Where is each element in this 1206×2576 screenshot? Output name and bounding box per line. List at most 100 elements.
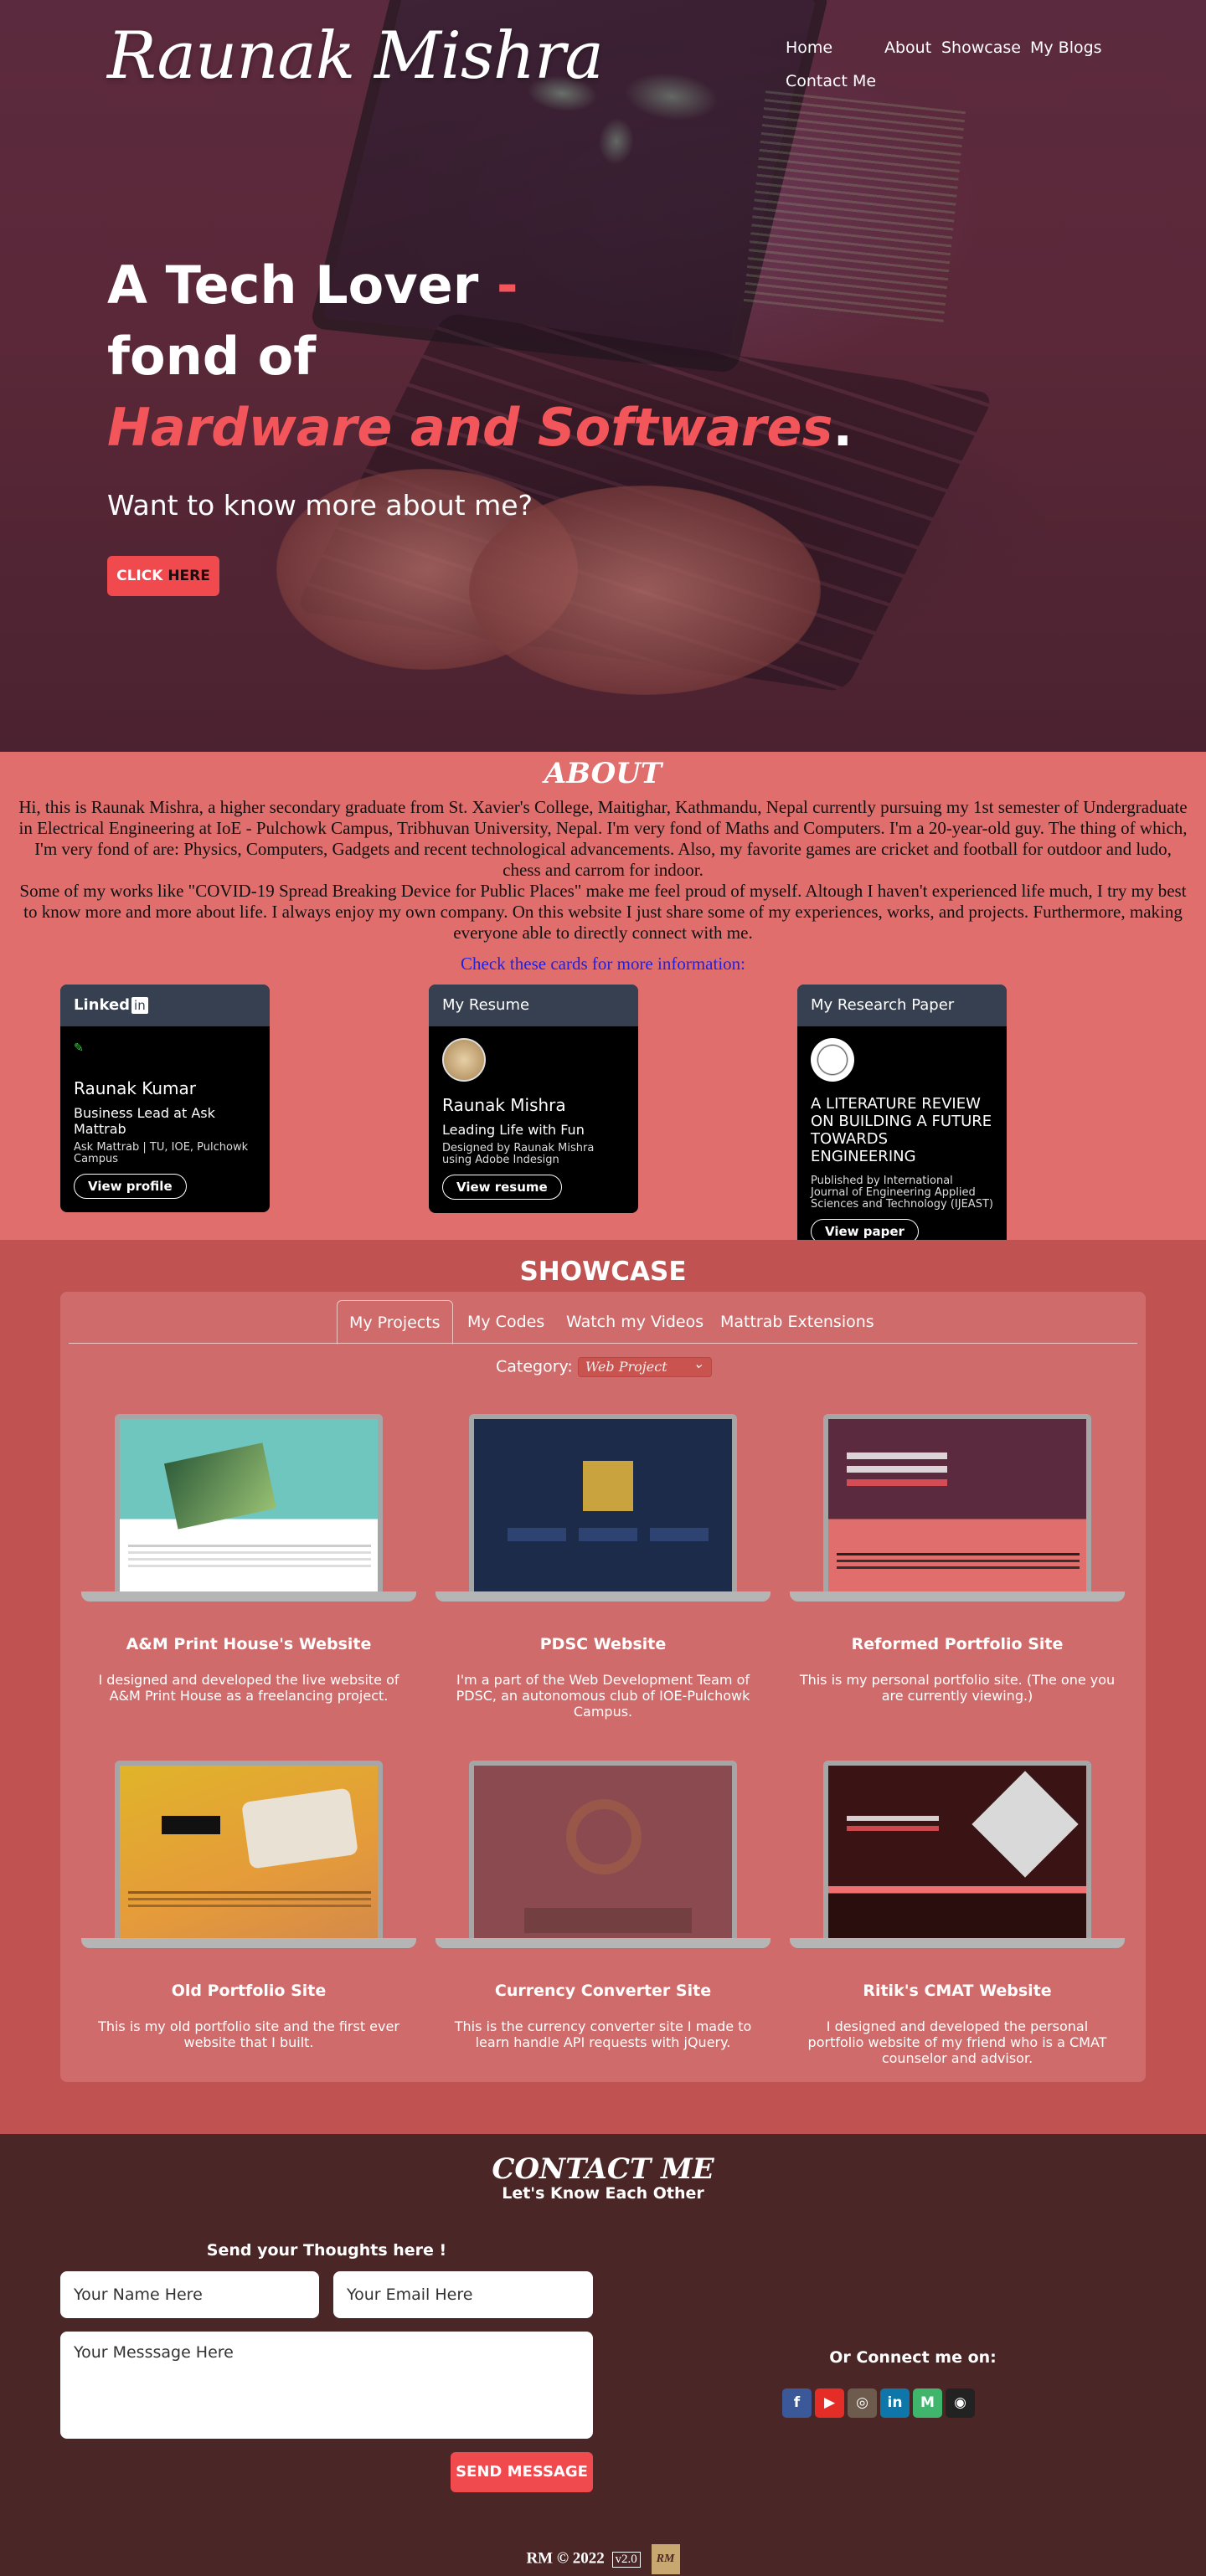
tab-watch-videos[interactable]: Watch my Videos [554,1300,715,1344]
category-label: Category: [496,1357,573,1376]
linkedin-card: Linked in ✎ Raunak Kumar Business Lead at… [60,985,270,1212]
contact-subtitle: Let's Know Each Other [502,2184,704,2203]
nav-about[interactable]: About [884,39,931,57]
copyright-text: RM © 2022 [526,2549,605,2568]
tab-mattrab-extensions[interactable]: Mattrab Extensions [709,1300,886,1344]
card-role: Business Lead at Ask Mattrab [74,1105,215,1137]
contact-title: CONTACT ME [492,2152,714,2186]
project-thumbnail [115,1761,383,1938]
project-desc: This is the currency converter site I ma… [454,2018,752,2050]
category-filter: Category: Web Project [496,1355,712,1377]
resume-avatar [442,1038,486,1082]
laptop-base [81,1591,416,1602]
hero-title-period: . [832,397,853,458]
project-title: Currency Converter Site [494,1982,712,2000]
laptop-base [81,1938,416,1948]
feather-icon: ✎ [74,1041,84,1055]
laptop-base [436,1938,770,1948]
project-title: Old Portfolio Site [171,1982,327,2000]
nav-blogs[interactable]: My Blogs [1030,39,1102,57]
tab-my-codes[interactable]: My Codes [456,1300,556,1344]
hero-title-line2: fond of [107,326,317,387]
resume-card: My Resume Raunak Mishra Leading Life wit… [429,985,638,1213]
project-desc: I'm a part of the Web Development Team o… [456,1672,750,1720]
project-desc: This is my old portfolio site and the fi… [98,2018,399,2050]
click-here-button[interactable]: CLICK HERE [107,556,219,596]
project-card[interactable]: Ritik's CMAT Website I designed and deve… [790,1761,1125,2066]
name-field[interactable]: Your Name Here [60,2271,319,2318]
contact-section: CONTACT ME Let's Know Each Other Send yo… [0,2134,1206,2576]
view-resume-button[interactable]: View resume [442,1175,562,1200]
form-title: Send your Thoughts here ! [206,2241,447,2260]
project-card[interactable]: Currency Converter Site This is the curr… [436,1761,770,2050]
cards-hint: Check these cards for more information: [461,954,745,974]
project-card[interactable]: PDSC Website I'm a part of the Web Devel… [436,1414,770,1720]
research-card: My Research Paper A LITERATURE REVIEW ON… [797,985,1007,1257]
hero-title-accent: Hardware and Softwares [107,397,833,458]
card-desc: Designed by Raunak Mishra using Adobe In… [442,1142,595,1166]
card-name: Raunak Kumar [74,1078,197,1098]
about-paragraph-1: Hi, this is Raunak Mishra, a higher seco… [18,797,1188,880]
project-thumbnail [823,1761,1091,1938]
nav-showcase[interactable]: Showcase [941,39,1021,57]
nav-home[interactable]: Home [786,39,832,57]
instagram-icon[interactable]: ◎ [848,2388,877,2418]
hero-title-line1: A Tech Lover [107,255,479,316]
version-select[interactable]: v2.0 [611,2551,641,2568]
project-thumbnail [469,1761,737,1938]
cta-label-part2: HERE [168,568,210,584]
laptop-base [790,1938,1125,1948]
showcase-title: SHOWCASE [519,1257,687,1287]
site-logo[interactable]: Raunak Mishra [107,18,604,94]
project-thumbnail [823,1414,1091,1591]
linkedin-icon[interactable]: in [880,2388,910,2418]
view-profile-button[interactable]: View profile [74,1174,187,1199]
project-title: Reformed Portfolio Site [851,1635,1064,1653]
youtube-icon[interactable]: ▶ [815,2388,844,2418]
card-header: Linked in [60,985,270,1026]
facebook-icon[interactable]: f [782,2388,812,2418]
project-title: PDSC Website [539,1635,667,1653]
project-thumbnail [469,1414,737,1591]
card-name: A LITERATURE REVIEW ON BUILDING A FUTURE… [811,1095,992,1165]
hero-subtitle: Want to know more about me? [107,489,533,522]
project-title: A&M Print House's Website [126,1635,372,1653]
project-desc: This is my personal portfolio site. (The… [799,1672,1116,1704]
tab-my-projects[interactable]: My Projects [337,1300,453,1345]
project-desc: I designed and developed the personal po… [807,2018,1107,2066]
nav-contact[interactable]: Contact Me [786,72,876,90]
about-paragraph-2: Some of my works like "COVID-19 Spread B… [19,881,1187,943]
about-title: ABOUT [544,757,662,790]
footer: RM © 2022 v2.0 RM [0,2544,1206,2574]
medium-icon[interactable]: M [913,2388,942,2418]
project-thumbnail [115,1414,383,1591]
hero-title: A Tech Lover - fond of Hardware and Soft… [107,249,853,463]
project-card[interactable]: A&M Print House's Website I designed and… [81,1414,416,1704]
card-name: Raunak Mishra [442,1095,566,1115]
github-icon[interactable]: ◉ [946,2388,975,2418]
project-desc: I designed and developed the live websit… [98,1672,399,1704]
footer-logo: RM [651,2544,680,2574]
card-desc: Ask Mattrab | TU, IOE, Pulchowk Campus [74,1141,249,1165]
laptop-base [436,1591,770,1602]
card-role: Leading Life with Fun [442,1122,585,1138]
project-card[interactable]: Reformed Portfolio Site This is my perso… [790,1414,1125,1704]
showcase-tabs: My Projects My Codes Watch my Videos Mat… [69,1300,1137,1345]
connect-label: Or Connect me on: [829,2348,997,2367]
hero-section: Raunak Mishra Home About Showcase My Blo… [0,0,1206,752]
cta-label-part1: CLICK [116,568,168,584]
linkedin-logo-text: Linked [74,996,131,1014]
card-header: My Research Paper [797,985,1007,1026]
message-field[interactable]: Your Messsage Here [60,2332,593,2439]
showcase-section: SHOWCASE My Projects My Codes Watch my V… [0,1240,1206,2134]
about-section: ABOUT Hi, this is Raunak Mishra, a highe… [0,752,1206,1257]
send-message-button[interactable]: SEND MESSAGE [451,2452,593,2492]
project-title: Ritik's CMAT Website [863,1982,1052,2000]
category-select[interactable]: Web Project [577,1355,712,1377]
laptop-base [790,1591,1125,1602]
showcase-panel: My Projects My Codes Watch my Videos Mat… [60,1292,1146,2082]
email-field[interactable]: Your Email Here [333,2271,593,2318]
social-links: f ▶ ◎ in M ◉ [782,2388,978,2420]
linkedin-logo-icon: in [131,997,148,1014]
project-card[interactable]: Old Portfolio Site This is my old portfo… [81,1761,416,2050]
